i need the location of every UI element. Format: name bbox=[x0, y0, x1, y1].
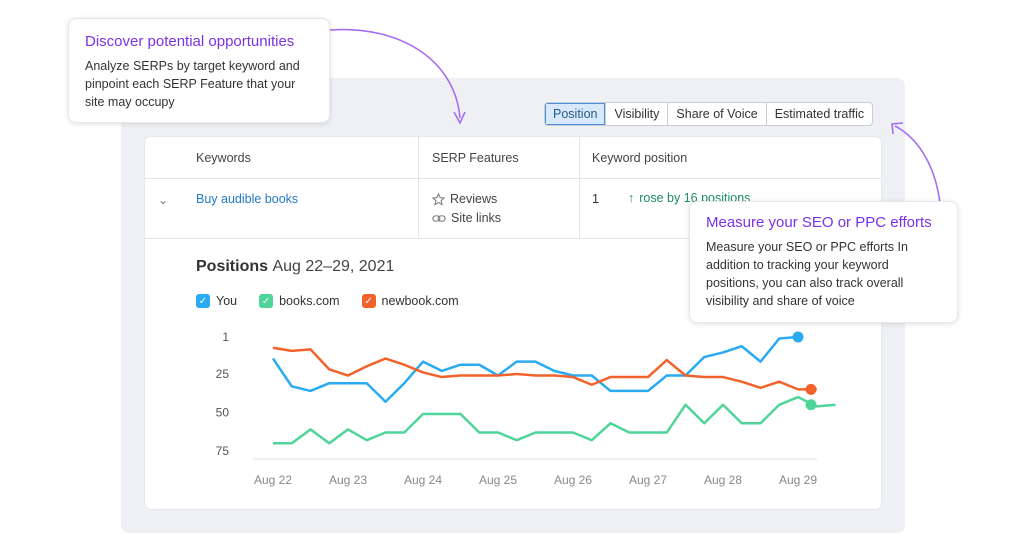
x-tick-label: Aug 27 bbox=[629, 473, 667, 487]
legend-item-newbook[interactable]: ✓ newbook.com bbox=[361, 294, 459, 308]
legend-label: newbook.com bbox=[381, 294, 459, 308]
series-end-point bbox=[805, 383, 817, 395]
feature-label: Reviews bbox=[450, 192, 498, 206]
checkbox-icon[interactable]: ✓ bbox=[259, 294, 274, 308]
chart-title-label: Positions bbox=[196, 258, 269, 275]
legend-item-books[interactable]: ✓ books.com bbox=[259, 294, 340, 308]
chart-date-range: Aug 22–29, 2021 bbox=[272, 258, 395, 275]
header-keywords: Keywords bbox=[196, 151, 251, 165]
y-tick-label: 1 bbox=[222, 330, 229, 344]
callout-title: Measure your SEO or PPC efforts bbox=[706, 214, 932, 231]
x-tick-label: Aug 26 bbox=[554, 473, 592, 487]
callout-title: Discover potential opportunities bbox=[85, 33, 295, 50]
tab-position[interactable]: Position bbox=[545, 103, 607, 125]
x-tick-label: Aug 22 bbox=[254, 473, 292, 487]
header-serp-features: SERP Features bbox=[432, 151, 519, 165]
x-tick-label: Aug 25 bbox=[479, 473, 517, 487]
series-end-point bbox=[805, 399, 817, 411]
header-keyword-position: Keyword position bbox=[592, 151, 688, 165]
metric-tabs: Position Visibility Share of Voice Estim… bbox=[544, 102, 874, 126]
legend-label: You bbox=[216, 294, 238, 308]
tab-share-of-voice[interactable]: Share of Voice bbox=[668, 103, 767, 125]
x-tick-label: Aug 23 bbox=[329, 473, 367, 487]
legend-item-you[interactable]: ✓ You bbox=[196, 294, 237, 308]
y-tick-label: 50 bbox=[216, 405, 230, 419]
checkbox-icon[interactable]: ✓ bbox=[361, 294, 376, 308]
legend-label: books.com bbox=[279, 294, 340, 308]
series-line bbox=[271, 335, 799, 403]
star-icon bbox=[432, 192, 445, 206]
y-tick-label: 75 bbox=[216, 444, 230, 458]
chevron-down-icon[interactable]: ⌄ bbox=[158, 193, 168, 207]
feature-reviews: Reviews bbox=[432, 192, 497, 206]
chart-legend: ✓ You ✓ books.com ✓ newbook.com bbox=[196, 294, 459, 308]
x-tick-label: Aug 29 bbox=[779, 473, 817, 487]
positions-chart: 1 25 50 75 Aug 22 Aug 23 Aug 24 Aug 25 Aug 26 Aug… bbox=[216, 330, 836, 487]
y-tick-label: 25 bbox=[216, 367, 230, 381]
x-tick-label: Aug 28 bbox=[704, 473, 742, 487]
tab-estimated-traffic[interactable]: Estimated traffic bbox=[767, 103, 872, 125]
callout-measure: Measure your SEO or PPC efforts Measure … bbox=[689, 201, 958, 323]
tab-visibility[interactable]: Visibility bbox=[606, 103, 669, 125]
callout-discover: Discover potential opportunities Analyze… bbox=[68, 18, 330, 123]
keyword-link[interactable]: Buy audible books bbox=[196, 192, 298, 206]
series-line bbox=[273, 395, 836, 445]
feature-label: Site links bbox=[451, 211, 502, 225]
position-value: 1 bbox=[592, 192, 599, 206]
callout-body: Measure your SEO or PPC efforts In addit… bbox=[706, 240, 908, 308]
chart-title: Positions Aug 22–29, 2021 bbox=[196, 258, 394, 276]
link-icon bbox=[432, 214, 446, 222]
callout-body: Analyze SERPs by target keyword and pinp… bbox=[85, 59, 300, 109]
checkbox-icon[interactable]: ✓ bbox=[196, 294, 210, 308]
x-tick-label: Aug 24 bbox=[404, 473, 442, 487]
series-end-point bbox=[792, 331, 804, 343]
feature-sitelinks: Site links bbox=[432, 211, 501, 225]
arrow-up-icon: ↑ bbox=[628, 191, 635, 205]
